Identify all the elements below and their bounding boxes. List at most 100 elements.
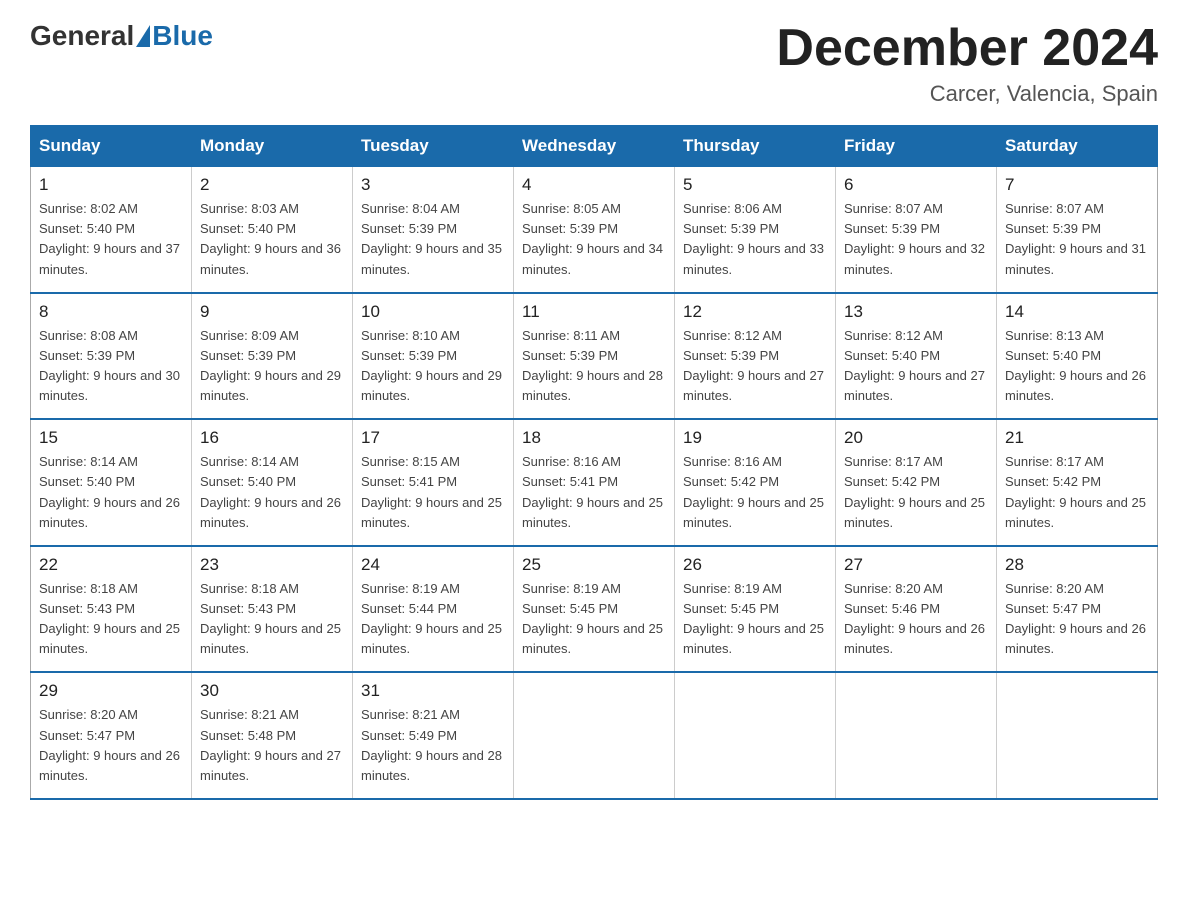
calendar-week-row: 1 Sunrise: 8:02 AMSunset: 5:40 PMDayligh… [31,167,1158,293]
day-info: Sunrise: 8:12 AMSunset: 5:40 PMDaylight:… [844,328,985,403]
day-info: Sunrise: 8:17 AMSunset: 5:42 PMDaylight:… [1005,454,1146,529]
table-row: 11 Sunrise: 8:11 AMSunset: 5:39 PMDaylig… [514,293,675,420]
table-row: 19 Sunrise: 8:16 AMSunset: 5:42 PMDaylig… [675,419,836,546]
day-info: Sunrise: 8:07 AMSunset: 5:39 PMDaylight:… [844,201,985,276]
logo: General Blue [30,20,213,52]
calendar-week-row: 22 Sunrise: 8:18 AMSunset: 5:43 PMDaylig… [31,546,1158,673]
logo-triangle-icon [136,25,150,47]
table-row [997,672,1158,799]
day-number: 28 [1005,555,1149,575]
table-row: 3 Sunrise: 8:04 AMSunset: 5:39 PMDayligh… [353,167,514,293]
table-row: 5 Sunrise: 8:06 AMSunset: 5:39 PMDayligh… [675,167,836,293]
day-number: 7 [1005,175,1149,195]
table-row: 15 Sunrise: 8:14 AMSunset: 5:40 PMDaylig… [31,419,192,546]
location-subtitle: Carcer, Valencia, Spain [776,81,1158,107]
day-number: 27 [844,555,988,575]
day-info: Sunrise: 8:11 AMSunset: 5:39 PMDaylight:… [522,328,663,403]
col-saturday: Saturday [997,126,1158,167]
title-block: December 2024 Carcer, Valencia, Spain [776,20,1158,107]
table-row: 29 Sunrise: 8:20 AMSunset: 5:47 PMDaylig… [31,672,192,799]
table-row: 27 Sunrise: 8:20 AMSunset: 5:46 PMDaylig… [836,546,997,673]
day-number: 18 [522,428,666,448]
day-info: Sunrise: 8:10 AMSunset: 5:39 PMDaylight:… [361,328,502,403]
day-info: Sunrise: 8:02 AMSunset: 5:40 PMDaylight:… [39,201,180,276]
day-number: 13 [844,302,988,322]
day-number: 17 [361,428,505,448]
day-info: Sunrise: 8:04 AMSunset: 5:39 PMDaylight:… [361,201,502,276]
day-number: 25 [522,555,666,575]
table-row: 2 Sunrise: 8:03 AMSunset: 5:40 PMDayligh… [192,167,353,293]
day-info: Sunrise: 8:14 AMSunset: 5:40 PMDaylight:… [200,454,341,529]
day-info: Sunrise: 8:16 AMSunset: 5:41 PMDaylight:… [522,454,663,529]
day-info: Sunrise: 8:20 AMSunset: 5:46 PMDaylight:… [844,581,985,656]
day-info: Sunrise: 8:21 AMSunset: 5:49 PMDaylight:… [361,707,502,782]
day-info: Sunrise: 8:05 AMSunset: 5:39 PMDaylight:… [522,201,663,276]
day-info: Sunrise: 8:19 AMSunset: 5:45 PMDaylight:… [683,581,824,656]
table-row: 23 Sunrise: 8:18 AMSunset: 5:43 PMDaylig… [192,546,353,673]
col-sunday: Sunday [31,126,192,167]
day-number: 9 [200,302,344,322]
table-row: 18 Sunrise: 8:16 AMSunset: 5:41 PMDaylig… [514,419,675,546]
table-row: 26 Sunrise: 8:19 AMSunset: 5:45 PMDaylig… [675,546,836,673]
day-number: 5 [683,175,827,195]
day-number: 3 [361,175,505,195]
table-row [836,672,997,799]
day-info: Sunrise: 8:13 AMSunset: 5:40 PMDaylight:… [1005,328,1146,403]
day-info: Sunrise: 8:07 AMSunset: 5:39 PMDaylight:… [1005,201,1146,276]
day-number: 20 [844,428,988,448]
day-info: Sunrise: 8:20 AMSunset: 5:47 PMDaylight:… [39,707,180,782]
table-row: 10 Sunrise: 8:10 AMSunset: 5:39 PMDaylig… [353,293,514,420]
table-row: 13 Sunrise: 8:12 AMSunset: 5:40 PMDaylig… [836,293,997,420]
day-number: 24 [361,555,505,575]
day-info: Sunrise: 8:18 AMSunset: 5:43 PMDaylight:… [200,581,341,656]
table-row: 20 Sunrise: 8:17 AMSunset: 5:42 PMDaylig… [836,419,997,546]
day-info: Sunrise: 8:20 AMSunset: 5:47 PMDaylight:… [1005,581,1146,656]
day-number: 4 [522,175,666,195]
page-header: General Blue December 2024 Carcer, Valen… [30,20,1158,107]
day-number: 22 [39,555,183,575]
day-info: Sunrise: 8:19 AMSunset: 5:45 PMDaylight:… [522,581,663,656]
table-row [675,672,836,799]
day-number: 16 [200,428,344,448]
day-info: Sunrise: 8:06 AMSunset: 5:39 PMDaylight:… [683,201,824,276]
day-number: 21 [1005,428,1149,448]
day-number: 15 [39,428,183,448]
day-info: Sunrise: 8:18 AMSunset: 5:43 PMDaylight:… [39,581,180,656]
day-number: 19 [683,428,827,448]
day-info: Sunrise: 8:16 AMSunset: 5:42 PMDaylight:… [683,454,824,529]
day-number: 10 [361,302,505,322]
day-info: Sunrise: 8:03 AMSunset: 5:40 PMDaylight:… [200,201,341,276]
table-row: 31 Sunrise: 8:21 AMSunset: 5:49 PMDaylig… [353,672,514,799]
table-row: 1 Sunrise: 8:02 AMSunset: 5:40 PMDayligh… [31,167,192,293]
table-row [514,672,675,799]
col-wednesday: Wednesday [514,126,675,167]
table-row: 21 Sunrise: 8:17 AMSunset: 5:42 PMDaylig… [997,419,1158,546]
day-number: 2 [200,175,344,195]
col-thursday: Thursday [675,126,836,167]
logo-blue-text: Blue [152,20,213,52]
day-number: 12 [683,302,827,322]
table-row: 28 Sunrise: 8:20 AMSunset: 5:47 PMDaylig… [997,546,1158,673]
col-friday: Friday [836,126,997,167]
col-tuesday: Tuesday [353,126,514,167]
table-row: 8 Sunrise: 8:08 AMSunset: 5:39 PMDayligh… [31,293,192,420]
calendar-week-row: 15 Sunrise: 8:14 AMSunset: 5:40 PMDaylig… [31,419,1158,546]
table-row: 16 Sunrise: 8:14 AMSunset: 5:40 PMDaylig… [192,419,353,546]
table-row: 22 Sunrise: 8:18 AMSunset: 5:43 PMDaylig… [31,546,192,673]
table-row: 9 Sunrise: 8:09 AMSunset: 5:39 PMDayligh… [192,293,353,420]
calendar-header-row: Sunday Monday Tuesday Wednesday Thursday… [31,126,1158,167]
day-number: 26 [683,555,827,575]
calendar-table: Sunday Monday Tuesday Wednesday Thursday… [30,125,1158,800]
table-row: 17 Sunrise: 8:15 AMSunset: 5:41 PMDaylig… [353,419,514,546]
day-number: 31 [361,681,505,701]
day-info: Sunrise: 8:17 AMSunset: 5:42 PMDaylight:… [844,454,985,529]
col-monday: Monday [192,126,353,167]
table-row: 4 Sunrise: 8:05 AMSunset: 5:39 PMDayligh… [514,167,675,293]
day-info: Sunrise: 8:14 AMSunset: 5:40 PMDaylight:… [39,454,180,529]
day-number: 14 [1005,302,1149,322]
table-row: 6 Sunrise: 8:07 AMSunset: 5:39 PMDayligh… [836,167,997,293]
day-info: Sunrise: 8:12 AMSunset: 5:39 PMDaylight:… [683,328,824,403]
table-row: 24 Sunrise: 8:19 AMSunset: 5:44 PMDaylig… [353,546,514,673]
day-number: 29 [39,681,183,701]
day-number: 8 [39,302,183,322]
